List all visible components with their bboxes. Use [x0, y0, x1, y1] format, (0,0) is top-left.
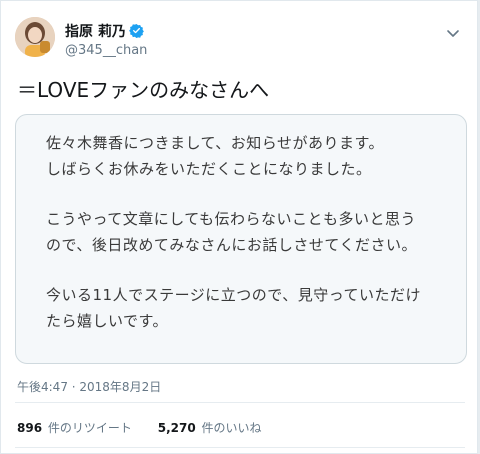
tweet-header: 指原 莉乃 @345__chan	[15, 17, 467, 63]
likes-stat[interactable]: 5,270 件のいいね	[158, 419, 262, 436]
retweets-stat[interactable]: 896 件のリツイート	[17, 419, 132, 436]
display-name[interactable]: 指原 莉乃	[65, 21, 126, 41]
likes-count: 5,270	[157, 421, 196, 435]
chevron-down-icon[interactable]	[445, 25, 461, 41]
verified-badge-icon	[129, 23, 144, 39]
image-text-line: 今いる11人でステージに立つので、見守っていただけ	[46, 286, 421, 304]
image-text-line: しばらくお休みをいただくことになりました。	[46, 160, 372, 178]
tweet-stats: 896 件のリツイート 5,270 件のいいね	[17, 419, 284, 436]
tweet-timestamp[interactable]: 午後4:47 · 2018年8月2日	[17, 378, 161, 395]
attached-image[interactable]: 佐々木舞香につきまして、お知らせがあります。 しばらくお休みをいただくことになり…	[15, 114, 467, 364]
author-names: 指原 莉乃 @345__chan	[65, 21, 147, 58]
image-text-line: こうやって文章にしても伝わらないことも多いと思う	[46, 210, 417, 228]
image-text-line: たら嬉しいです。	[46, 312, 169, 330]
avatar[interactable]	[15, 17, 55, 57]
retweets-count: 896	[17, 421, 43, 435]
tweet-text: ＝LOVEファンのみなさんへ	[17, 78, 270, 102]
likes-label: 件のいいね	[201, 421, 262, 435]
image-text-line: ので、後日改めてみなさんにお話しさせてください。	[46, 236, 417, 254]
divider	[15, 402, 465, 403]
avatar-image	[15, 17, 55, 57]
image-text-line: 佐々木舞香につきまして、お知らせがあります。	[46, 134, 385, 152]
divider	[15, 447, 465, 448]
tweet-card: 指原 莉乃 @345__chan ＝LOVEファンのみなさんへ 佐々木舞香につき…	[0, 0, 478, 454]
handle[interactable]: @345__chan	[65, 43, 147, 58]
retweets-label: 件のリツイート	[47, 421, 132, 435]
